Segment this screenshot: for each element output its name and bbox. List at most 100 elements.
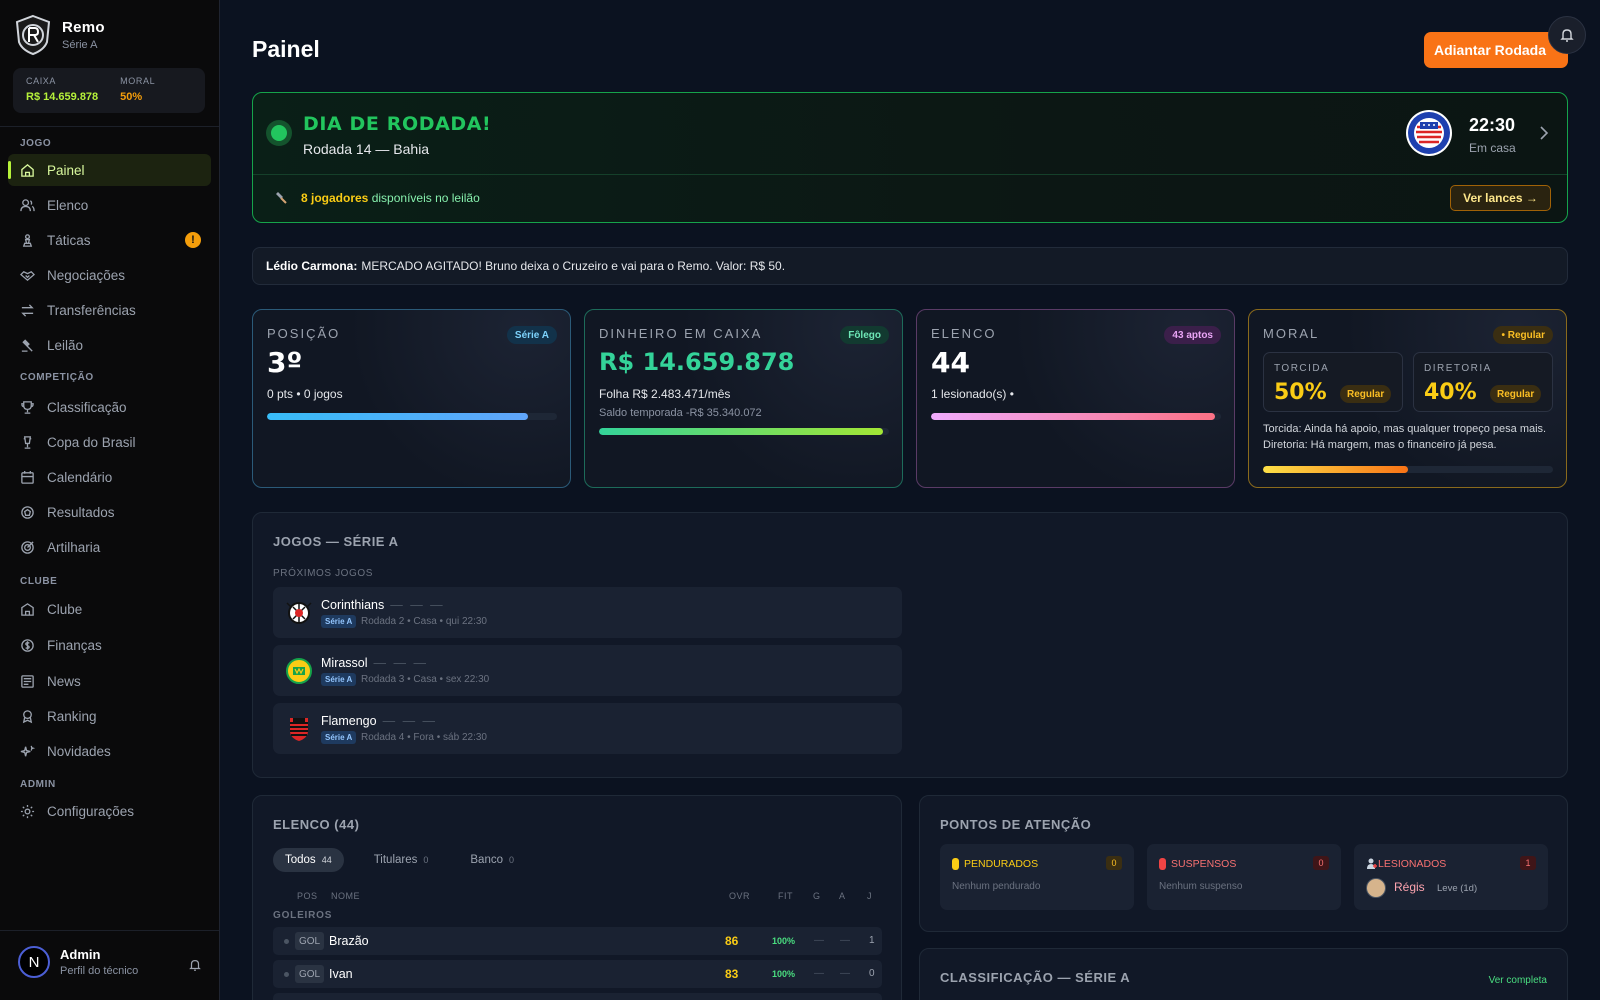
user-subtitle: Perfil do técnico [60, 965, 139, 977]
sidebar-item-financas[interactable]: Finanças [8, 629, 211, 661]
sidebar-item-label: Transferências [47, 302, 136, 318]
fans-value: 50% [1274, 380, 1327, 405]
flamengo-crest-icon [290, 718, 308, 741]
morale-card-label: MORAL [1263, 326, 1320, 341]
bell-icon[interactable] [188, 958, 202, 972]
club-brand[interactable]: Remo Série A [14, 14, 105, 56]
target-icon [21, 540, 34, 554]
sidebar-item-label: Copa do Brasil [47, 434, 136, 450]
fans-status: Regular [1340, 385, 1392, 403]
sparkles-icon [20, 745, 35, 756]
game-competition-tag: Série A [321, 673, 357, 686]
sidebar-item-calendario[interactable]: Calendário [8, 461, 211, 493]
game-row[interactable]: Mirassol — — — Série A Rodada 3 • Casa • … [273, 645, 902, 696]
col-fit[interactable]: FIT [778, 891, 793, 901]
position-badge: Série A [506, 326, 557, 344]
user-profile[interactable]: N Admin Perfil do técnico [18, 946, 138, 978]
dollar-icon [21, 638, 34, 652]
table-row[interactable]: GOL Brazão 86 100% — — 1 [273, 927, 882, 955]
table-row[interactable] [273, 993, 882, 1000]
sidebar-item-copa[interactable]: Copa do Brasil [8, 426, 211, 458]
auction-text: disponíveis no leilão [371, 191, 480, 205]
tab-banco[interactable]: Banco 0 [458, 848, 526, 872]
view-full-link[interactable]: Ver completa [1489, 975, 1547, 986]
sidebar-item-elenco[interactable]: Elenco [8, 189, 211, 221]
suspended-players-card[interactable]: SUSPENSOS 0 Nenhum suspenso [1147, 844, 1341, 910]
sidebar-item-ranking[interactable]: Ranking [8, 700, 211, 732]
game-team: Flamengo — — — [321, 714, 438, 728]
game-row[interactable]: Flamengo — — — Série A Rodada 4 • Fora • … [273, 703, 902, 754]
advance-round-button[interactable]: Adiantar Rodada [1424, 32, 1568, 68]
status-dot [284, 972, 289, 977]
sidebar-item-classificacao[interactable]: Classificação [8, 391, 211, 423]
notifications-button[interactable] [1548, 16, 1586, 54]
squad-tabs: Todos 44 Titulares 0 Banco 0 [273, 848, 526, 872]
board-text: Diretoria: Há margem, mas o financeiro j… [1263, 439, 1497, 451]
squad-card: ELENCO 43 aptos 44 1 lesionado(s) • [916, 309, 1235, 488]
player-games: 1 [869, 935, 875, 946]
red-card-icon [1159, 858, 1166, 870]
col-pos[interactable]: POS [297, 891, 318, 901]
col-g[interactable]: G [813, 891, 821, 901]
board-status: Regular [1490, 385, 1542, 403]
sidebar-item-leilao[interactable]: Leilão [8, 329, 211, 361]
club-name: Remo [62, 19, 105, 36]
player-name: Ivan [329, 967, 353, 981]
view-bids-button[interactable]: Ver lances → [1450, 185, 1551, 211]
users-icon [20, 198, 35, 211]
hanging-players-card[interactable]: PENDURADOS 0 Nenhum pendurado [940, 844, 1134, 910]
sidebar-item-label: Elenco [47, 197, 89, 213]
player-games: 0 [869, 968, 875, 979]
classification-title: CLASSIFICAÇÃO — SÉRIE A [940, 970, 1131, 985]
table-row[interactable]: GOL Ivan 83 100% — — 0 [273, 960, 882, 988]
status-dot [284, 939, 289, 944]
live-indicator-icon [266, 120, 292, 146]
avatar [1366, 878, 1386, 898]
game-team: Corinthians — — — [321, 598, 445, 612]
col-name[interactable]: NOME [331, 891, 360, 901]
sidebar-item-artilharia[interactable]: Artilharia [8, 531, 211, 563]
col-a[interactable]: A [839, 891, 846, 901]
sidebar: Remo Série A CAIXA R$ 14.659.878 MORAL 5… [0, 0, 220, 1000]
injured-player-name[interactable]: Régis [1394, 880, 1425, 894]
matchday-subtitle: Rodada 14 — Bahia [303, 141, 430, 157]
sidebar-item-taticas[interactable]: Táticas ! [8, 224, 211, 256]
tab-titulares[interactable]: Titulares 0 [362, 848, 441, 872]
cash-card: DINHEIRO EM CAIXA Fôlego R$ 14.659.878 F… [584, 309, 903, 488]
news-ticker[interactable]: Lédio Carmona: MERCADO AGITADO! Bruno de… [252, 247, 1568, 285]
home-icon [21, 163, 34, 177]
page-title: Painel [252, 36, 320, 62]
sidebar-item-novidades[interactable]: Novidades [8, 735, 211, 767]
calendar-icon [21, 470, 34, 484]
sidebar-item-clube[interactable]: Clube [8, 593, 211, 625]
sidebar-item-label: Calendário [47, 469, 113, 485]
medal-icon [22, 709, 33, 723]
game-team: Mirassol — — — [321, 656, 428, 670]
sidebar-item-negociacoes[interactable]: Negociações [8, 259, 211, 291]
mirassol-crest-icon [286, 658, 312, 684]
nav-section-club: CLUBE [20, 576, 58, 587]
game-row[interactable]: Corinthians — — — Série A Rodada 2 • Casa… [273, 587, 902, 638]
injured-players-card[interactable]: LESIONADOS 1 Régis Leve (1d) [1354, 844, 1548, 910]
chevron-right-icon[interactable] [1537, 125, 1551, 141]
matchday-divider [253, 174, 1567, 175]
tab-todos[interactable]: Todos 44 [273, 848, 344, 872]
sidebar-item-label: Finanças [47, 637, 102, 653]
sidebar-divider [0, 126, 219, 127]
classification-panel: CLASSIFICAÇÃO — SÉRIE A Ver completa [919, 948, 1568, 1000]
position-progress [267, 413, 557, 420]
cash-badge: Fôlego [840, 326, 889, 344]
sidebar-bottom-divider [0, 930, 219, 931]
sidebar-item-painel[interactable]: Painel [8, 154, 211, 186]
sidebar-item-resultados[interactable]: Resultados [8, 496, 211, 528]
position-label: POSIÇÃO [267, 326, 341, 341]
col-ovr[interactable]: OVR [729, 891, 750, 901]
morale-card: MORAL • Regular TORCIDA 50% Regular DIRE… [1248, 309, 1567, 488]
injured-label: LESIONADOS [1378, 858, 1447, 870]
sidebar-item-configuracoes[interactable]: Configurações [8, 795, 211, 827]
matchday-banner: DIA DE RODADA! Rodada 14 — Bahia 22:30 E… [252, 92, 1568, 223]
col-j[interactable]: J [867, 891, 872, 901]
sidebar-item-transferencias[interactable]: Transferências [8, 294, 211, 326]
user-name: Admin [60, 947, 101, 962]
sidebar-item-news[interactable]: News [8, 665, 211, 697]
